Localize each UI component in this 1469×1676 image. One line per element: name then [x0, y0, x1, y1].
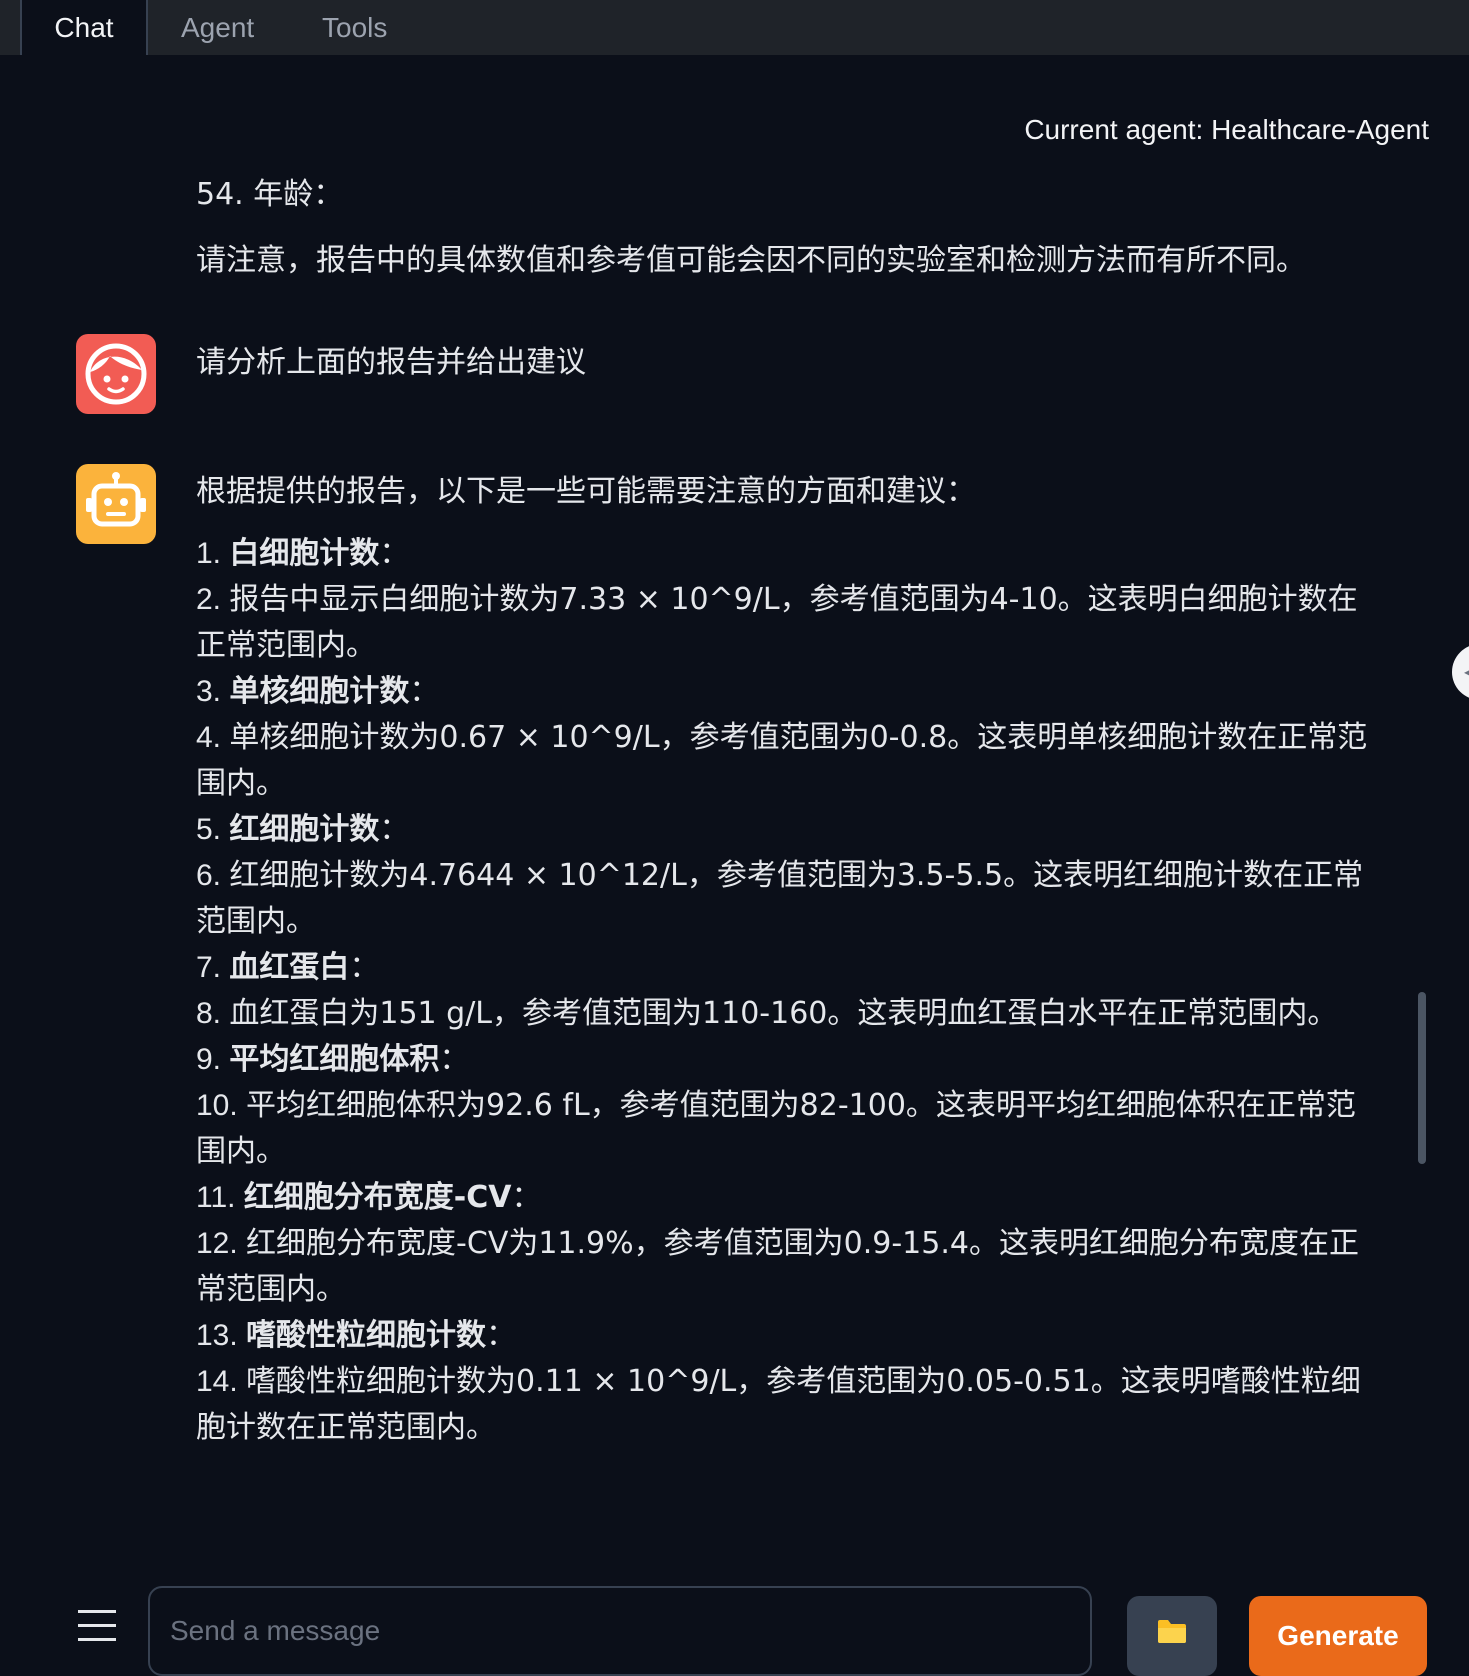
- list-item-number: 3.: [196, 675, 230, 708]
- list-item-text: 平均红细胞体积为92.6 fL，参考值范围为82-100。这表明平均红细胞体积在…: [196, 1088, 1356, 1169]
- list-item-number: 9.: [196, 1043, 230, 1076]
- bot-list-item: 9. 平均红细胞体积：: [196, 1037, 1376, 1083]
- list-item-number: 6.: [196, 859, 230, 892]
- list-item-heading: 血红蛋白: [229, 950, 350, 985]
- bot-list-item: 12. 红细胞分布宽度-CV为11.9%，参考值范围为0.9-15.4。这表明红…: [196, 1221, 1376, 1313]
- side-panel-handle[interactable]: ◀: [1452, 644, 1469, 700]
- list-item-text: ：: [379, 812, 410, 847]
- list-item-heading: 白细胞计数: [229, 536, 380, 571]
- list-item-text: 血红蛋白为151 g/L，参考值范围为110-160。这表明血红蛋白水平在正常范…: [229, 996, 1338, 1031]
- previous-message: 54. 年龄：: [196, 172, 1396, 218]
- robot-icon: [86, 472, 146, 527]
- scrollbar-thumb[interactable]: [1418, 992, 1426, 1164]
- tab-tools[interactable]: Tools: [322, 0, 387, 55]
- list-item-text: 嗜酸性粒细胞计数为0.11 × 10^9/L，参考值范围为0.05-0.51。这…: [196, 1364, 1361, 1445]
- list-item-text: ：: [349, 950, 380, 985]
- bot-list-item: 2. 报告中显示白细胞计数为7.33 × 10^9/L，参考值范围为4-10。这…: [196, 577, 1376, 669]
- user-face-icon: [85, 343, 147, 405]
- list-item-heading: 单核细胞计数: [229, 674, 410, 709]
- previous-message-line: 54. 年龄：: [196, 177, 344, 212]
- menu-bar: [78, 1624, 116, 1627]
- bot-avatar: [76, 464, 156, 544]
- list-item-number: 2.: [196, 583, 230, 616]
- bot-message-list: 1. 白细胞计数： 2. 报告中显示白细胞计数为7.33 × 10^9/L，参考值…: [196, 531, 1376, 1451]
- tab-bar: Chat Agent Tools: [0, 0, 1469, 55]
- list-item-number: 7.: [196, 951, 230, 984]
- list-item-number: 12.: [196, 1227, 247, 1260]
- list-item-number: 14.: [196, 1365, 247, 1398]
- list-item-text: ：: [486, 1318, 517, 1353]
- upload-folder-button[interactable]: [1127, 1596, 1217, 1676]
- list-item-number: 4.: [196, 721, 230, 754]
- bot-list-item: 6. 红细胞计数为4.7644 × 10^12/L，参考值范围为3.5-5.5。…: [196, 853, 1376, 945]
- bot-message: 根据提供的报告，以下是一些可能需要注意的方面和建议： 1. 白细胞计数： 2. 报…: [196, 469, 1376, 1451]
- list-item-number: 13.: [196, 1319, 247, 1352]
- bot-list-item: 5. 红细胞计数：: [196, 807, 1376, 853]
- current-agent-label: Current agent: Healthcare-Agent: [1024, 114, 1429, 145]
- list-item-number: 5.: [196, 813, 230, 846]
- bot-list-item: 13. 嗜酸性粒细胞计数：: [196, 1313, 1376, 1359]
- tab-chat[interactable]: Chat: [20, 0, 148, 55]
- list-item-text: ：: [439, 1042, 470, 1077]
- list-item-heading: 平均红细胞体积: [229, 1042, 440, 1077]
- tab-agent[interactable]: Agent: [181, 0, 254, 55]
- user-message: 请分析上面的报告并给出建议: [196, 340, 1396, 386]
- bot-message-intro: 根据提供的报告，以下是一些可能需要注意的方面和建议：: [196, 474, 976, 509]
- bot-list-item: 7. 血红蛋白：: [196, 945, 1376, 991]
- list-item-text: ：: [511, 1180, 542, 1215]
- list-item-number: 1.: [196, 537, 230, 570]
- bot-list-item: 14. 嗜酸性粒细胞计数为0.11 × 10^9/L，参考值范围为0.05-0.…: [196, 1359, 1376, 1451]
- list-item-number: 11.: [196, 1181, 244, 1214]
- user-message-text: 请分析上面的报告并给出建议: [196, 345, 586, 380]
- list-item-text: 单核细胞计数为0.67 × 10^9/L，参考值范围为0-0.8。这表明单核细胞…: [196, 720, 1368, 801]
- message-input[interactable]: [148, 1586, 1092, 1676]
- list-item-text: 红细胞分布宽度-CV为11.9%，参考值范围为0.9-15.4。这表明红细胞分布…: [196, 1226, 1359, 1307]
- bot-list-item: 1. 白细胞计数：: [196, 531, 1376, 577]
- list-item-heading: 嗜酸性粒细胞计数: [246, 1318, 487, 1353]
- folder-icon: [1158, 1620, 1186, 1643]
- list-item-text: ：: [409, 674, 440, 709]
- user-avatar: [76, 334, 156, 414]
- generate-button[interactable]: Generate: [1249, 1596, 1427, 1676]
- previous-message-note: 请注意，报告中的具体数值和参考值可能会因不同的实验室和检测方法而有所不同。: [196, 238, 1396, 284]
- previous-message-line: 请注意，报告中的具体数值和参考值可能会因不同的实验室和检测方法而有所不同。: [196, 243, 1306, 278]
- bot-list-item: 10. 平均红细胞体积为92.6 fL，参考值范围为82-100。这表明平均红细…: [196, 1083, 1376, 1175]
- list-item-text: 红细胞计数为4.7644 × 10^12/L，参考值范围为3.5-5.5。这表明…: [196, 858, 1364, 939]
- menu-bar: [78, 1610, 116, 1613]
- menu-bar: [78, 1638, 116, 1641]
- list-item-text: 报告中显示白细胞计数为7.33 × 10^9/L，参考值范围为4-10。这表明白…: [196, 582, 1358, 663]
- list-item-text: ：: [379, 536, 410, 571]
- list-item-heading: 红细胞分布宽度-CV: [243, 1180, 512, 1215]
- chevron-left-icon: ◀: [1464, 662, 1469, 681]
- bot-list-item: 3. 单核细胞计数：: [196, 669, 1376, 715]
- list-item-heading: 红细胞计数: [229, 812, 380, 847]
- hamburger-menu-icon[interactable]: [78, 1610, 116, 1650]
- bot-list-item: 8. 血红蛋白为151 g/L，参考值范围为110-160。这表明血红蛋白水平在…: [196, 991, 1376, 1037]
- list-item-number: 10.: [196, 1089, 247, 1122]
- bot-list-item: 11. 红细胞分布宽度-CV：: [196, 1175, 1376, 1221]
- list-item-number: 8.: [196, 997, 230, 1030]
- bot-list-item: 4. 单核细胞计数为0.67 × 10^9/L，参考值范围为0-0.8。这表明单…: [196, 715, 1376, 807]
